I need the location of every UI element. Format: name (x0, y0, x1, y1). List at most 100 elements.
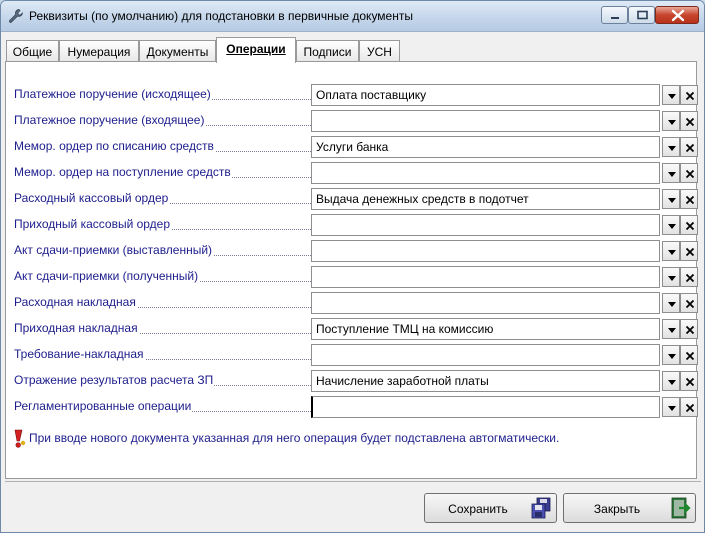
floppy-disk-icon (531, 497, 551, 519)
clear-button[interactable] (680, 371, 698, 391)
dropdown-button[interactable] (662, 137, 680, 157)
tab-signatures[interactable]: Подписи (296, 40, 359, 61)
window-close-button[interactable] (655, 6, 699, 24)
dropdown-button[interactable] (662, 319, 680, 339)
operation-combo[interactable] (311, 162, 660, 184)
clear-x-icon (685, 247, 695, 257)
close-dialog-button[interactable]: Закрыть (563, 493, 696, 523)
dropdown-button[interactable] (662, 397, 680, 417)
row-label: Отражение результатов расчета ЗП (14, 373, 311, 389)
triangle-down-icon (668, 94, 676, 99)
maximize-icon (637, 10, 648, 20)
row-label: Приходная накладная (14, 321, 311, 337)
dropdown-button[interactable] (662, 111, 680, 131)
minimize-icon (611, 17, 619, 19)
triangle-down-icon (668, 276, 676, 281)
operation-combo[interactable]: Услуги банка (311, 136, 660, 158)
row-label: Приходный кассовый ордер (14, 217, 311, 233)
triangle-down-icon (668, 302, 676, 307)
triangle-down-icon (668, 172, 676, 177)
dropdown-button[interactable] (662, 345, 680, 365)
operation-combo[interactable] (311, 110, 660, 132)
clear-button[interactable] (680, 85, 698, 105)
tab-usn[interactable]: УСН (359, 40, 400, 61)
triangle-down-icon (668, 406, 676, 411)
title-bar[interactable]: Реквизиты (по умолчанию) для подстановки… (1, 1, 704, 32)
maximize-button[interactable] (628, 6, 655, 24)
minimize-button[interactable] (601, 6, 628, 24)
clear-button[interactable] (680, 241, 698, 261)
close-button-label: Закрыть (593, 502, 641, 516)
tab-general[interactable]: Общие (6, 40, 59, 61)
save-button[interactable]: Сохранить (424, 493, 557, 523)
row-label: Расходный кассовый ордер (14, 191, 311, 207)
exit-door-icon (671, 497, 691, 519)
operation-combo[interactable] (311, 214, 660, 236)
clear-x-icon (685, 91, 695, 101)
tab-label: УСН (367, 45, 392, 59)
operation-combo[interactable] (311, 396, 660, 418)
clear-x-icon (685, 195, 695, 205)
exclamation-icon (14, 429, 26, 448)
clear-x-icon (685, 377, 695, 387)
operations-panel: Платежное поручение (исходящее) Оплата п… (5, 61, 698, 479)
info-note: При вводе нового документа указанная для… (11, 429, 691, 449)
dropdown-button[interactable] (662, 215, 680, 235)
clear-x-icon (685, 169, 695, 179)
row-label: Расходная накладная (14, 295, 311, 311)
clear-button[interactable] (680, 293, 698, 313)
dropdown-button[interactable] (662, 189, 680, 209)
operation-combo[interactable]: Выдача денежных средств в подотчет (311, 188, 660, 210)
tab-documents[interactable]: Документы (139, 40, 216, 61)
info-note-text: При вводе нового документа указанная для… (29, 431, 560, 445)
triangle-down-icon (668, 224, 676, 229)
clear-x-icon (685, 273, 695, 283)
clear-x-icon (685, 299, 695, 309)
dialog-window: Реквизиты (по умолчанию) для подстановки… (0, 0, 705, 533)
tab-label: Документы (146, 45, 209, 59)
tab-numbering[interactable]: Нумерация (59, 40, 139, 61)
operation-combo[interactable] (311, 292, 660, 314)
clear-button[interactable] (680, 137, 698, 157)
row-label: Мемор. ордер по списанию средств (14, 139, 311, 155)
clear-button[interactable] (680, 345, 698, 365)
tab-label: Подписи (303, 45, 352, 59)
clear-button[interactable] (680, 111, 698, 131)
clear-button[interactable] (680, 163, 698, 183)
triangle-down-icon (668, 380, 676, 385)
clear-button[interactable] (680, 397, 698, 417)
wrench-icon (9, 9, 23, 23)
save-button-label: Сохранить (448, 502, 508, 516)
row-label: Регламентированные операции (14, 399, 311, 415)
triangle-down-icon (668, 354, 676, 359)
clear-button[interactable] (680, 189, 698, 209)
tab-operations[interactable]: Операции (216, 37, 296, 63)
triangle-down-icon (668, 250, 676, 255)
row-label: Требование-накладная (14, 347, 311, 363)
operation-combo[interactable] (311, 240, 660, 262)
operation-combo[interactable] (311, 266, 660, 288)
clear-x-icon (685, 351, 695, 361)
row-label: Платежное поручение (исходящее) (14, 87, 311, 103)
triangle-down-icon (668, 120, 676, 125)
footer-divider (5, 481, 701, 482)
row-label: Акт сдачи-приемки (полученный) (14, 269, 311, 285)
dropdown-button[interactable] (662, 85, 680, 105)
clear-button[interactable] (680, 319, 698, 339)
dropdown-button[interactable] (662, 293, 680, 313)
clear-button[interactable] (680, 215, 698, 235)
clear-button[interactable] (680, 267, 698, 287)
dropdown-button[interactable] (662, 163, 680, 183)
dropdown-button[interactable] (662, 371, 680, 391)
operation-combo[interactable]: Начисление заработной платы (311, 370, 660, 392)
operation-combo[interactable] (311, 344, 660, 366)
row-label: Акт сдачи-приемки (выставленный) (14, 243, 311, 259)
operation-combo[interactable]: Оплата поставщику (311, 84, 660, 106)
dropdown-button[interactable] (662, 241, 680, 261)
tab-label: Общие (12, 45, 53, 59)
close-icon (671, 9, 685, 22)
dropdown-button[interactable] (662, 267, 680, 287)
operation-combo[interactable]: Поступление ТМЦ на комиссию (311, 318, 660, 340)
clear-x-icon (685, 325, 695, 335)
row-label: Платежное поручение (входящее) (14, 113, 311, 129)
